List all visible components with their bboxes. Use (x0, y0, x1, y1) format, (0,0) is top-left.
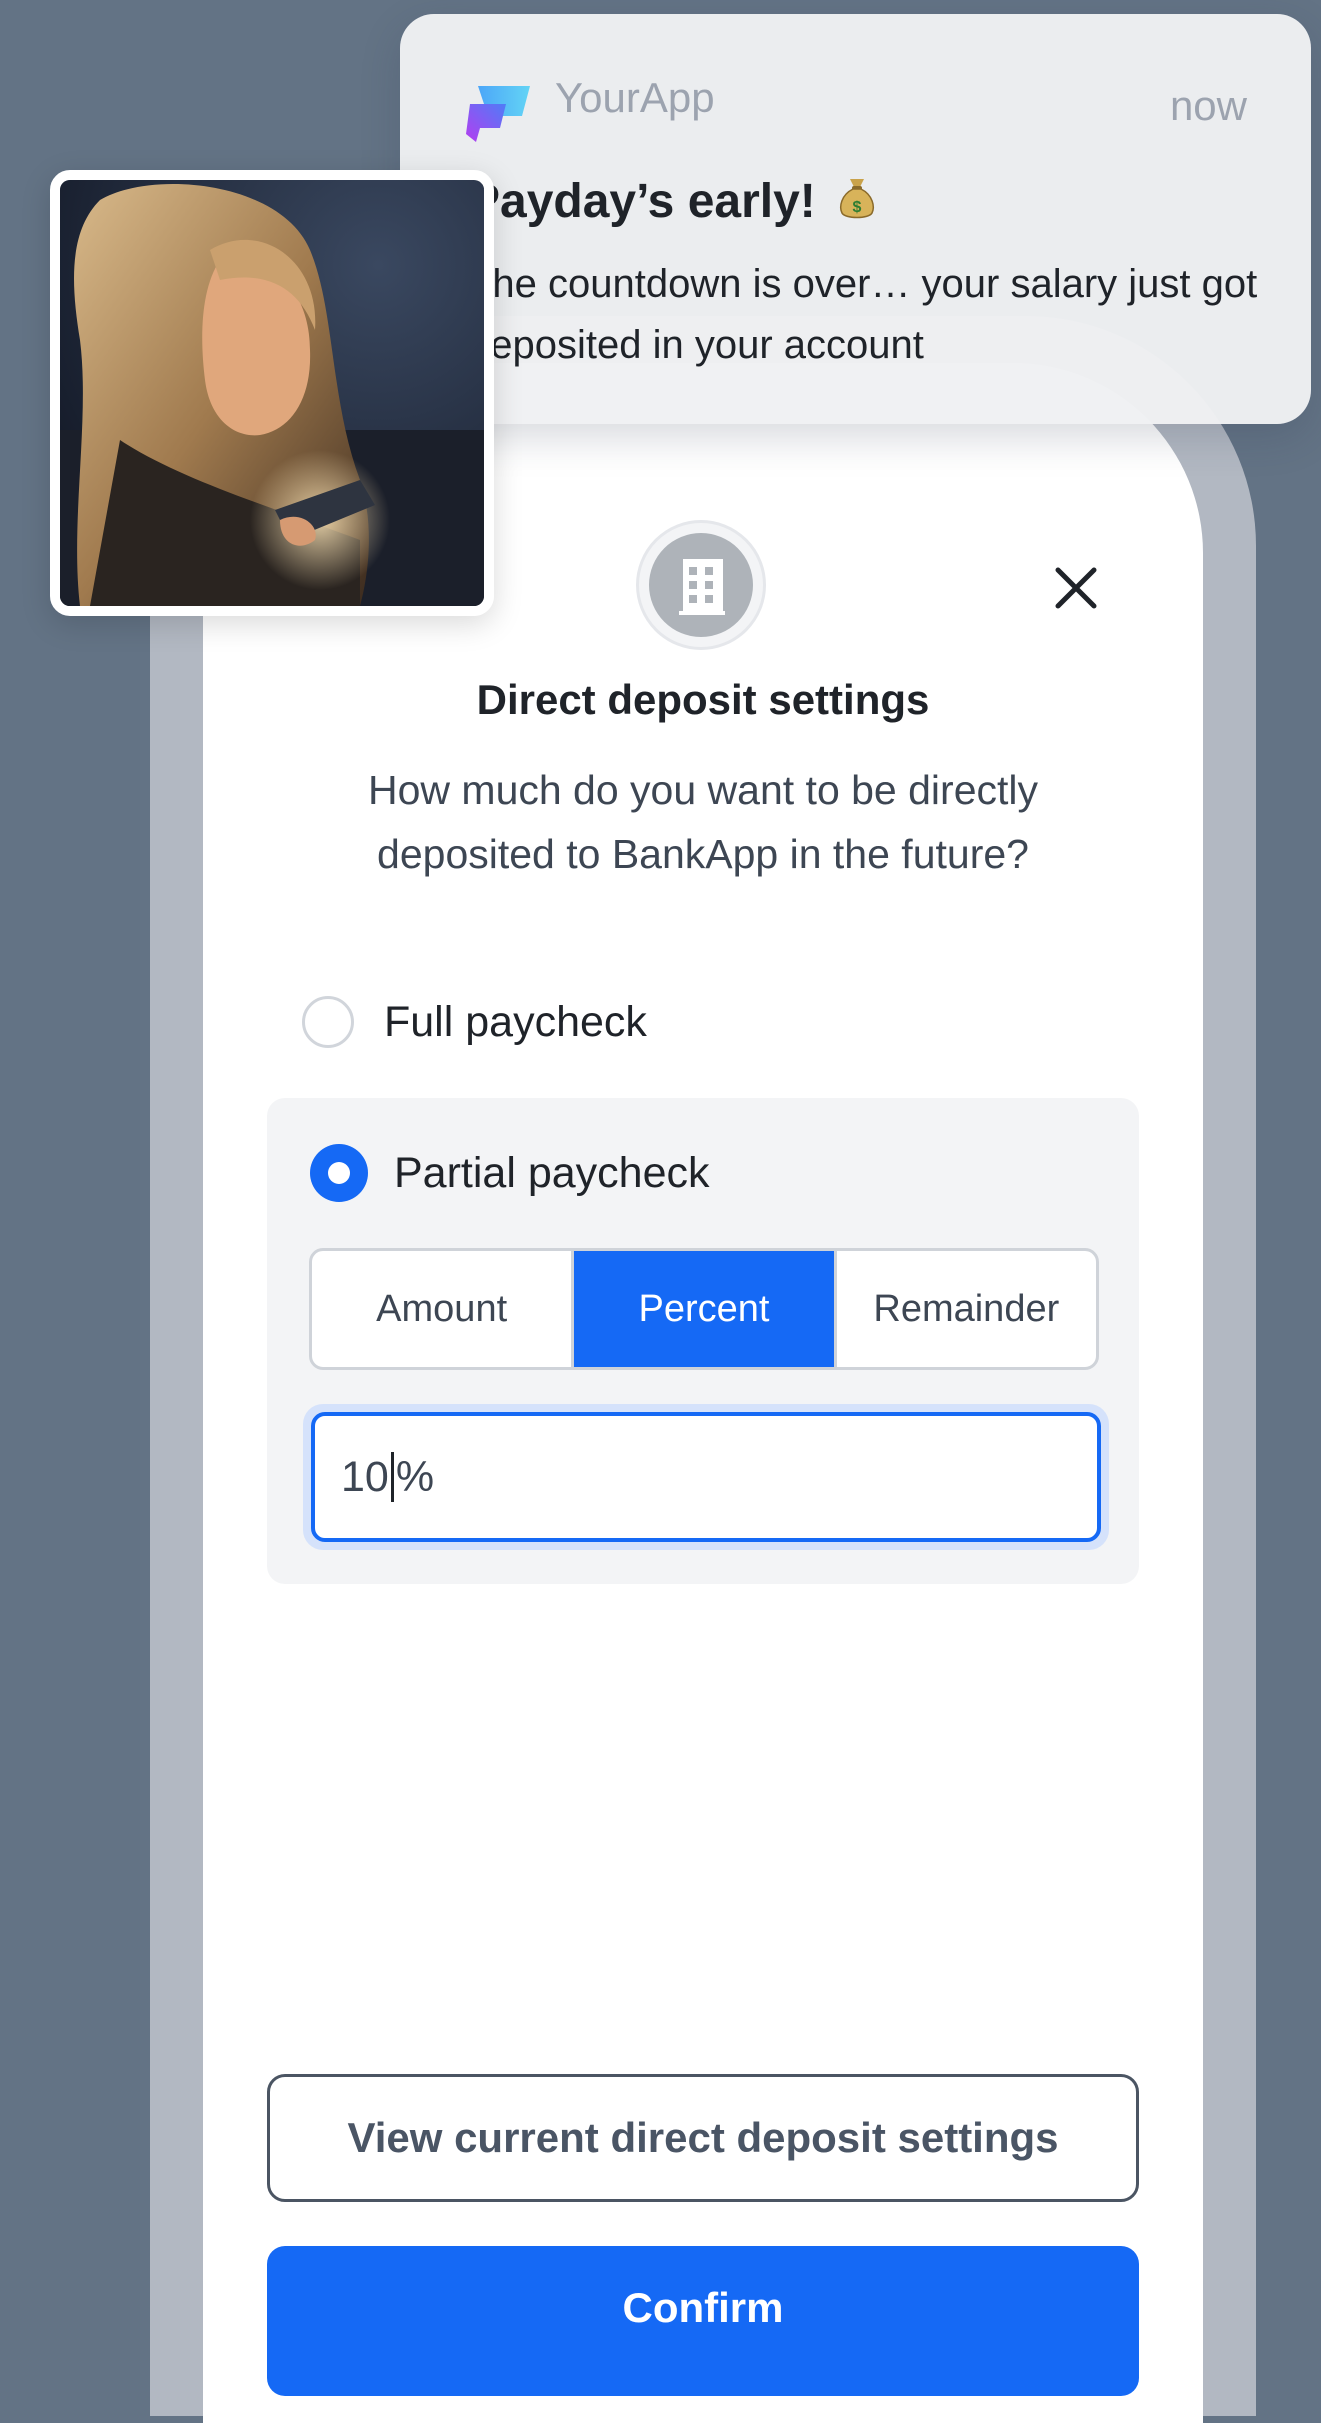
partial-paycheck-option[interactable]: Partial paycheck (310, 1144, 710, 1202)
modal-subtitle: How much do you want to be directly depo… (368, 767, 1038, 877)
notification-title: Payday’s early! $ (468, 174, 877, 229)
close-icon (1055, 567, 1097, 609)
notification-app-name: YourApp (555, 74, 715, 121)
deposit-type-segmented-control: Amount Percent Remainder (309, 1248, 1099, 1370)
segment-amount[interactable]: Amount (312, 1251, 571, 1367)
modal-title: Direct deposit settings (476, 676, 930, 723)
user-photo (50, 170, 494, 616)
partial-paycheck-radio[interactable] (310, 1144, 368, 1202)
money-bag-icon: $ (840, 179, 875, 219)
app-logo-icon (466, 86, 530, 142)
full-paycheck-label: Full paycheck (384, 997, 647, 1046)
push-notification[interactable]: YourApp now Payday’s early! $ The countd… (400, 14, 1311, 424)
svg-text:$: $ (853, 199, 862, 216)
text-caret (390, 1452, 394, 1502)
percent-input-suffix: % (395, 1452, 435, 1501)
full-paycheck-option[interactable]: Full paycheck (302, 996, 647, 1048)
notification-body: The countdown is over… your salary just … (468, 262, 1258, 367)
segment-percent[interactable]: Percent (571, 1251, 834, 1367)
notification-time: now (1169, 82, 1247, 129)
segment-remainder[interactable]: Remainder (833, 1251, 1096, 1367)
partial-paycheck-label: Partial paycheck (394, 1148, 710, 1197)
notification-title-text: Payday’s early! (468, 175, 816, 228)
percent-input-value: 10 (341, 1452, 389, 1501)
building-icon (636, 520, 766, 650)
close-button[interactable] (1048, 560, 1104, 616)
percent-input-focus-ring: 10% (303, 1404, 1109, 1550)
confirm-button[interactable]: Confirm (267, 2246, 1139, 2396)
percent-input[interactable]: 10% (311, 1412, 1101, 1542)
full-paycheck-radio[interactable] (302, 996, 354, 1048)
view-settings-button[interactable]: View current direct deposit settings (267, 2074, 1139, 2202)
